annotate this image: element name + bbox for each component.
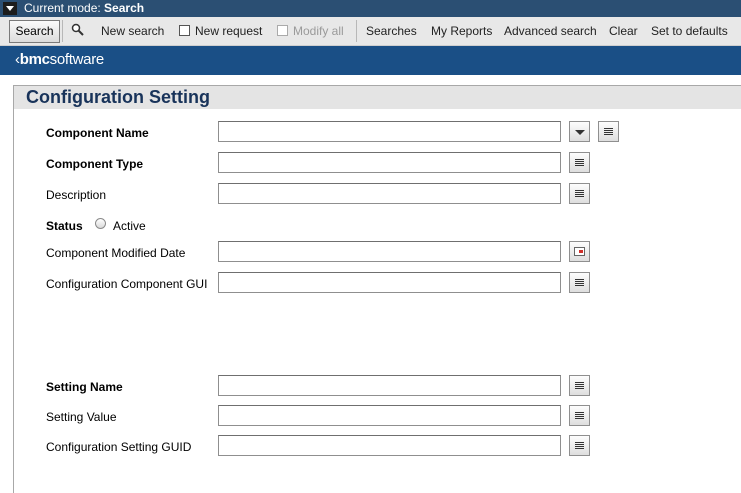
- list-icon: [575, 442, 584, 443]
- checkbox-icon: [179, 25, 190, 36]
- component-name-list-button[interactable]: [598, 121, 619, 142]
- bmc-logo: ‹bmcsoftware: [15, 51, 105, 68]
- setting-value-input[interactable]: [218, 405, 561, 426]
- list-icon: [604, 128, 613, 129]
- toolbar-divider: [62, 20, 63, 42]
- logo-bold: bmc: [19, 51, 50, 68]
- description-label: Description: [46, 188, 107, 202]
- description-list-button[interactable]: [569, 183, 590, 204]
- list-icon: [575, 279, 584, 280]
- list-icon: [575, 412, 584, 413]
- component-modified-date-label: Component Modified Date: [46, 246, 186, 260]
- calendar-icon: [574, 247, 585, 256]
- search-button[interactable]: Search: [9, 20, 60, 43]
- status-label: Status: [46, 219, 83, 233]
- new-request-label: New request: [195, 24, 263, 38]
- configuration-component-gui-label: Configuration Component GUI: [46, 277, 208, 291]
- description-input[interactable]: [218, 183, 561, 204]
- setting-value-label: Setting Value: [46, 410, 117, 424]
- brand-bar: ‹bmcsoftware: [0, 46, 741, 75]
- component-type-label: Component Type: [46, 157, 144, 171]
- component-name-dropdown-button[interactable]: [569, 121, 590, 142]
- search-magnifier-icon[interactable]: [70, 17, 85, 45]
- current-mode-label: Current mode: Search: [24, 1, 144, 16]
- component-type-list-button[interactable]: [569, 152, 590, 173]
- list-icon: [575, 382, 584, 383]
- configuration-component-gui-input[interactable]: [218, 272, 561, 293]
- toolbar-divider: [356, 20, 357, 42]
- configuration-setting-guid-input[interactable]: [218, 435, 561, 456]
- modify-all-link[interactable]: Modify all: [277, 17, 344, 45]
- component-name-input[interactable]: [218, 121, 561, 142]
- modify-all-label: Modify all: [293, 24, 344, 38]
- advanced-search-link[interactable]: Advanced search: [504, 17, 597, 45]
- date-picker-button[interactable]: [569, 241, 590, 262]
- setting-name-input[interactable]: [218, 375, 561, 396]
- setting-name-label: Setting Name: [46, 380, 123, 394]
- configuration-setting-guid-list-button[interactable]: [569, 435, 590, 456]
- component-name-label: Component Name: [46, 126, 149, 140]
- modify-icon: [277, 25, 288, 36]
- new-request-link[interactable]: New request: [179, 17, 262, 45]
- status-active-label: Active: [113, 219, 146, 233]
- component-modified-date-input[interactable]: [218, 241, 561, 262]
- set-to-defaults-link[interactable]: Set to defaults: [651, 17, 728, 45]
- toolbar: Search New search New request Modify all…: [0, 17, 741, 46]
- setting-value-list-button[interactable]: [569, 405, 590, 426]
- page-title: Configuration Setting: [26, 87, 210, 107]
- searches-link[interactable]: Searches: [366, 17, 417, 45]
- configuration-setting-guid-label: Configuration Setting GUID: [46, 440, 192, 454]
- mode-bar: Current mode: Search: [0, 0, 741, 17]
- component-type-input[interactable]: [218, 152, 561, 173]
- current-mode-value: Search: [104, 1, 145, 15]
- panel-header: Configuration Setting: [14, 86, 741, 109]
- logo-rest: software: [49, 51, 105, 68]
- current-mode-prefix: Current mode:: [24, 1, 101, 15]
- list-icon: [575, 159, 584, 160]
- setting-name-list-button[interactable]: [569, 375, 590, 396]
- status-active-radio[interactable]: [95, 218, 106, 229]
- new-search-link[interactable]: New search: [101, 17, 164, 45]
- my-reports-link[interactable]: My Reports: [431, 17, 492, 45]
- configuration-component-gui-list-button[interactable]: [569, 272, 590, 293]
- mode-toggle-icon[interactable]: [3, 2, 17, 15]
- clear-link[interactable]: Clear: [609, 17, 638, 45]
- list-icon: [575, 190, 584, 191]
- dropdown-arrow-icon: [575, 130, 585, 135]
